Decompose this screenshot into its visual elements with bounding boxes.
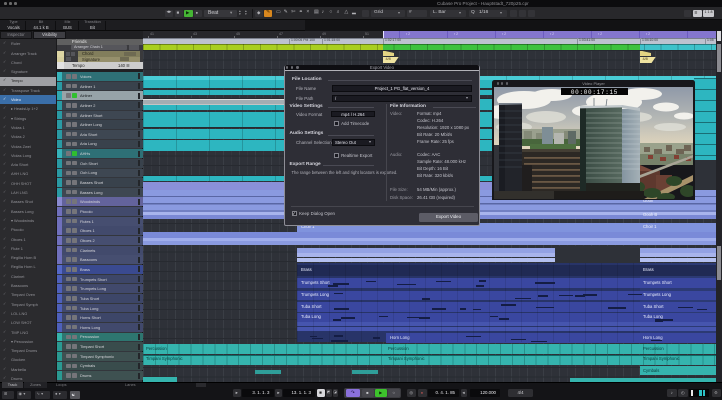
svg-text:00:00:17:15: 00:00:17:15 (570, 88, 617, 95)
